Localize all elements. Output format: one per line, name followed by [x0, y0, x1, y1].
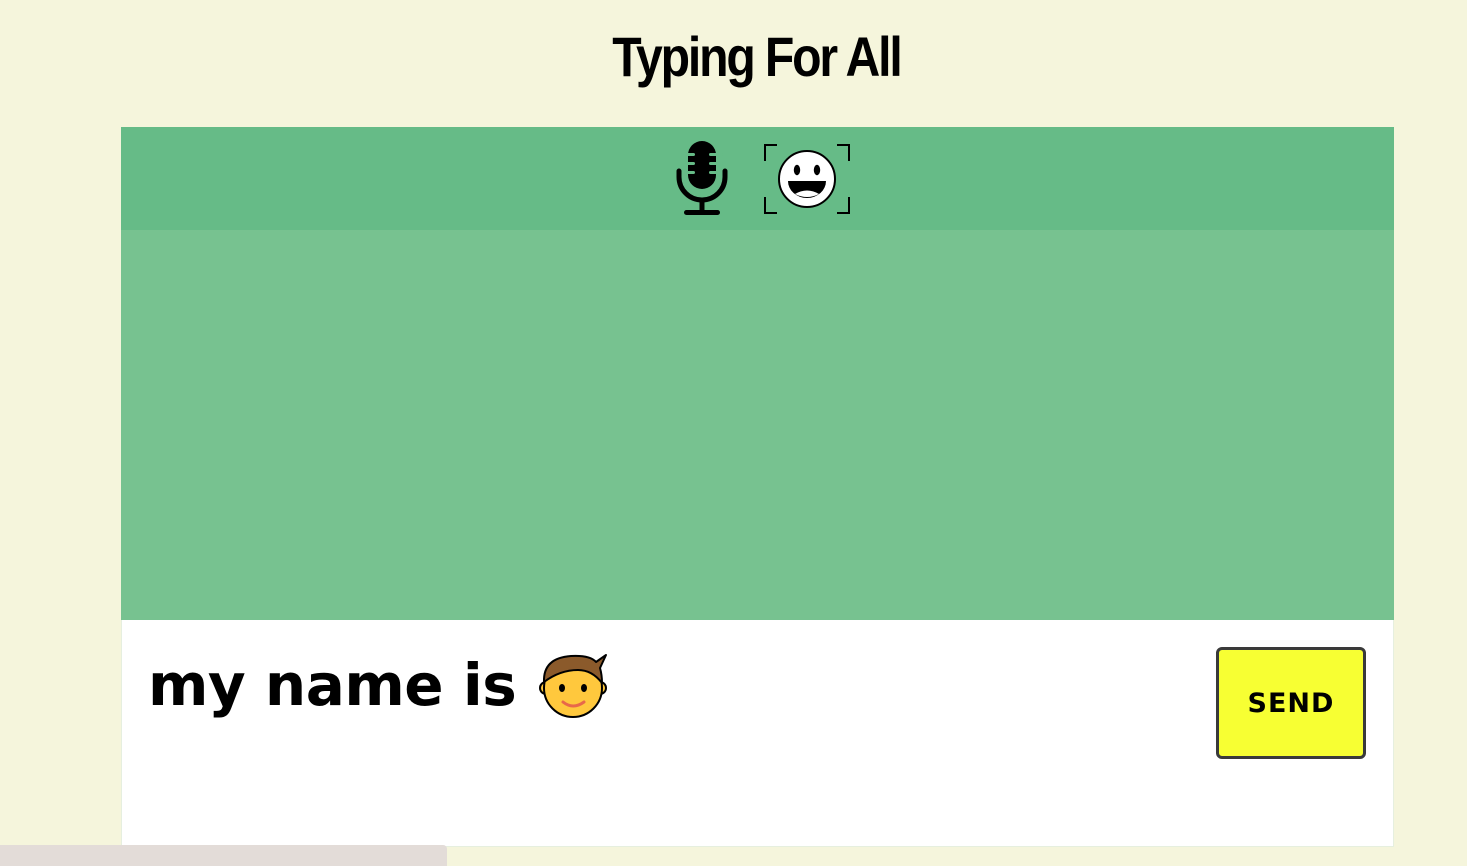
toolbar — [121, 127, 1394, 230]
boy-face-emoji — [539, 654, 608, 718]
typing-app: my name is SEND — [121, 127, 1394, 847]
message-text[interactable]: my name is — [148, 648, 608, 722]
output-area — [121, 230, 1394, 620]
face-tracking-button[interactable] — [762, 142, 852, 216]
microphone-icon — [676, 141, 728, 215]
microphone-button[interactable] — [674, 139, 730, 217]
message-text-content: my name is — [148, 651, 517, 719]
face-scan-icon — [764, 144, 850, 214]
page: Typing For All my name is SEND — [0, 0, 1467, 866]
send-button[interactable]: SEND — [1216, 647, 1366, 759]
horizontal-scrollbar[interactable] — [0, 845, 447, 866]
app-title: Typing For All — [612, 25, 902, 88]
message-input-area[interactable]: my name is SEND — [121, 620, 1394, 847]
